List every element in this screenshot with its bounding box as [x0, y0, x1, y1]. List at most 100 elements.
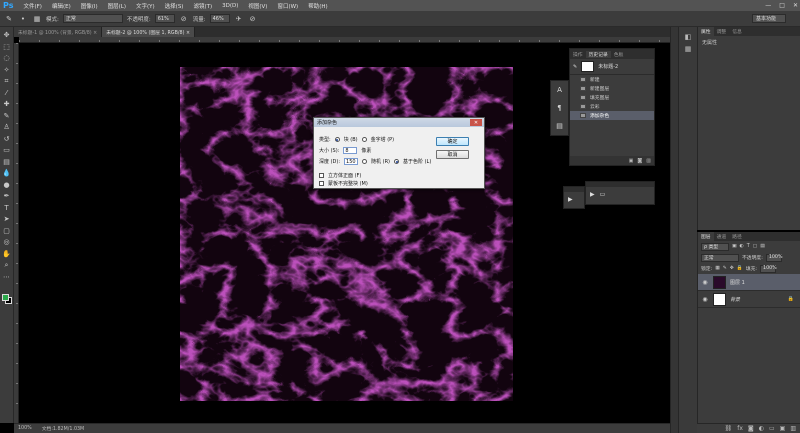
- brush-tool-icon[interactable]: ✎: [1, 111, 12, 122]
- character-icon[interactable]: A: [557, 86, 562, 94]
- filter-type-icon[interactable]: T: [747, 244, 750, 249]
- eraser-tool-icon[interactable]: ▭: [1, 145, 12, 156]
- crop-tool-icon[interactable]: ⌗: [1, 76, 12, 87]
- filter-shape-icon[interactable]: ▢: [753, 244, 758, 249]
- minimize-button[interactable]: —: [765, 2, 771, 9]
- dialog-close-button[interactable]: ✕: [470, 119, 482, 126]
- ok-button[interactable]: 确定: [436, 137, 469, 146]
- eyedropper-tool-icon[interactable]: ⁄: [1, 88, 12, 99]
- group-folder-icon[interactable]: ▭: [769, 425, 775, 432]
- trash-icon[interactable]: ▥: [646, 158, 651, 164]
- history-snapshot[interactable]: ✎ 未标题-2: [570, 59, 654, 75]
- tab-properties[interactable]: 属性: [698, 27, 714, 36]
- filter-smart-icon[interactable]: ▤: [760, 244, 765, 249]
- menu-filter[interactable]: 滤镜(T): [188, 2, 217, 10]
- tab-adjustments[interactable]: 调整: [714, 27, 730, 36]
- lasso-tool-icon[interactable]: ◌: [1, 53, 12, 64]
- type-tool-icon[interactable]: T: [1, 203, 12, 214]
- maximize-button[interactable]: □: [779, 2, 785, 9]
- menu-window[interactable]: 窗口(W): [272, 2, 303, 10]
- visibility-eye-icon[interactable]: ◉: [701, 296, 709, 303]
- history-brush-icon[interactable]: ↺: [1, 134, 12, 145]
- pressure-size-icon[interactable]: ⊘: [248, 14, 258, 24]
- paragraph-icon[interactable]: ¶: [557, 104, 561, 112]
- brush-size-icon[interactable]: •: [18, 14, 28, 24]
- camera-snapshot-icon[interactable]: ◙: [637, 158, 642, 164]
- lock-brush-icon[interactable]: ✎: [723, 266, 727, 271]
- history-item[interactable]: 新建图层: [570, 84, 654, 93]
- tab-channels[interactable]: 通道: [714, 232, 730, 241]
- new-layer-icon[interactable]: ▣: [780, 425, 786, 432]
- mask-incomplete-checkbox[interactable]: [319, 181, 324, 186]
- cancel-button[interactable]: 取消: [436, 150, 469, 159]
- history-item-active[interactable]: 添加杂色: [570, 111, 654, 120]
- quick-select-tool-icon[interactable]: ✧: [1, 65, 12, 76]
- delete-layer-icon[interactable]: ▥: [790, 425, 796, 432]
- mode-select[interactable]: 正常: [62, 14, 123, 23]
- new-document-from-state-icon[interactable]: ▣: [629, 158, 634, 164]
- brush-panel-icon[interactable]: ▦: [32, 14, 42, 24]
- adjustment-layer-icon[interactable]: ◐: [759, 425, 764, 432]
- history-item[interactable]: 新建: [570, 75, 654, 84]
- link-layers-icon[interactable]: ⛓: [725, 425, 733, 432]
- fx-icon[interactable]: fx: [737, 425, 743, 432]
- layer-name[interactable]: 背景: [730, 296, 740, 303]
- solid-front-checkbox[interactable]: [319, 173, 324, 178]
- depth-input[interactable]: 150: [344, 158, 359, 165]
- size-input[interactable]: 8: [343, 147, 358, 154]
- radio-pyramid[interactable]: [361, 137, 367, 142]
- menu-select[interactable]: 选择(S): [160, 2, 189, 10]
- marquee-tool-icon[interactable]: ⬚: [1, 42, 12, 53]
- dodge-tool-icon[interactable]: ●: [1, 180, 12, 191]
- tab-layers[interactable]: 图层: [698, 232, 714, 241]
- close-window-button[interactable]: ✕: [793, 2, 798, 9]
- timeline-icon[interactable]: ▭: [600, 191, 606, 198]
- pen-tool-icon[interactable]: ✒: [1, 191, 12, 202]
- blur-tool-icon[interactable]: 💧: [1, 168, 12, 179]
- menu-layer[interactable]: 图层(L): [103, 2, 131, 10]
- radio-block[interactable]: [334, 137, 340, 142]
- lock-move-icon[interactable]: ✥: [730, 266, 734, 271]
- tab-swatches[interactable]: 色板: [611, 51, 627, 58]
- layer-opacity-input[interactable]: 100%: [765, 253, 783, 262]
- filter-pixel-icon[interactable]: ▣: [732, 244, 737, 249]
- shape-tool-icon[interactable]: ▢: [1, 226, 12, 237]
- path-select-tool-icon[interactable]: ➤: [1, 214, 12, 225]
- tab-info[interactable]: 信息: [729, 27, 745, 36]
- fill-input[interactable]: 100%: [760, 264, 777, 273]
- menu-image[interactable]: 图像(I): [76, 2, 103, 10]
- radio-level-based[interactable]: [394, 159, 399, 164]
- menu-help[interactable]: 帮助(H): [303, 2, 332, 10]
- menu-3d[interactable]: 3D(D): [217, 3, 243, 9]
- tool-presets-icon[interactable]: ▶: [568, 196, 573, 203]
- tab-paths[interactable]: 路径: [729, 232, 745, 241]
- history-item[interactable]: 填充图层: [570, 93, 654, 102]
- layer-row-background[interactable]: ◉ 背景 🔒: [698, 291, 800, 308]
- tab-history[interactable]: 历史记录: [585, 50, 611, 58]
- play-icon[interactable]: ▶: [590, 191, 595, 198]
- add-mask-icon[interactable]: ◙: [748, 425, 754, 432]
- stamp-tool-icon[interactable]: ♙: [1, 122, 12, 133]
- more-tools-icon[interactable]: ⋯: [1, 272, 12, 283]
- adjustments-icon[interactable]: ◧: [683, 33, 693, 41]
- layer-kind-filter[interactable]: ρ 类型: [701, 242, 729, 251]
- tab-document-2[interactable]: 未标题-2 @ 100% (图层 1, RGB/8) ×: [102, 27, 195, 37]
- lock-pixels-icon[interactable]: ▦: [715, 266, 720, 271]
- pressure-opacity-icon[interactable]: ⊘: [179, 14, 189, 24]
- history-brush-source-icon[interactable]: ✎: [573, 64, 577, 70]
- info-panel-icon[interactable]: ▦: [683, 45, 693, 53]
- zoom-tool-icon[interactable]: ⌕: [1, 260, 12, 271]
- flow-input[interactable]: 46%: [209, 14, 230, 23]
- tab-actions[interactable]: 操作: [570, 51, 586, 58]
- workspace-select[interactable]: 基本功能: [752, 14, 786, 23]
- blend-mode-select[interactable]: 正常: [701, 253, 739, 262]
- filter-adjust-icon[interactable]: ◐: [740, 244, 744, 249]
- history-item[interactable]: 云彩: [570, 102, 654, 111]
- move-tool-icon[interactable]: ✥: [1, 30, 12, 41]
- menu-view[interactable]: 视图(V): [243, 2, 272, 10]
- healing-tool-icon[interactable]: ✚: [1, 99, 12, 110]
- 3d-tool-icon[interactable]: ◎: [1, 237, 12, 248]
- airbrush-icon[interactable]: ✈: [234, 14, 244, 24]
- menu-file[interactable]: 文件(F): [18, 2, 46, 10]
- opacity-input[interactable]: 61%: [154, 14, 175, 23]
